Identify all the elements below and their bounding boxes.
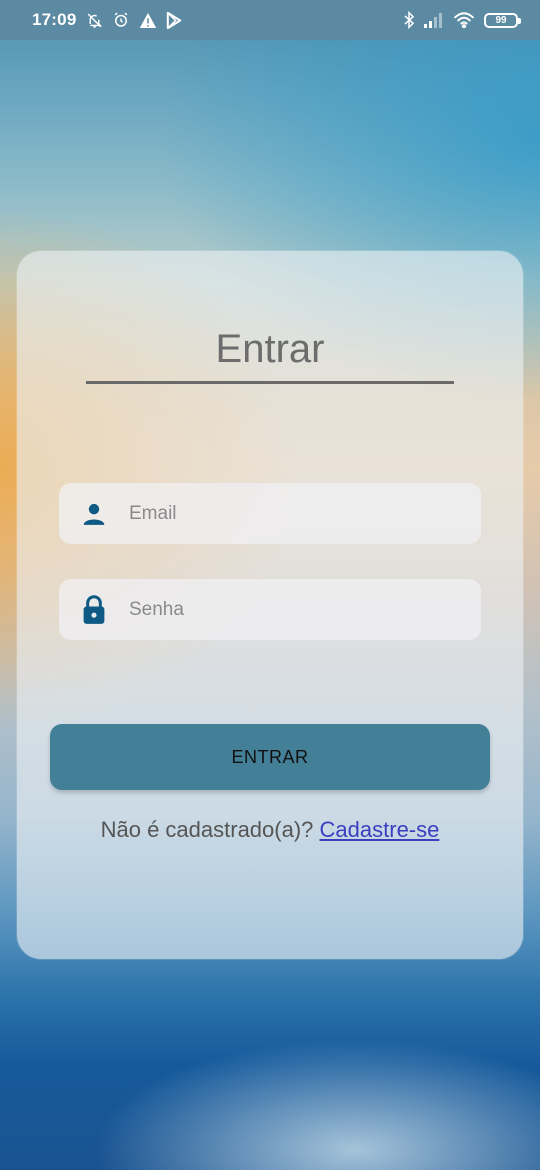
wifi-icon [453,12,475,28]
status-bar: 17:09 99 [0,0,540,40]
signal-icon [424,12,444,28]
notifications-off-icon [86,12,103,29]
battery-icon: 99 [484,12,521,28]
email-input[interactable] [129,483,481,544]
signup-prompt-text: Não é cadastrado(a)? [100,817,314,842]
warning-icon [139,12,157,29]
status-time: 17:09 [32,10,77,29]
login-card: Entrar ENTRAR Não é cadastrado(a)? Cadas… [17,251,523,959]
email-field[interactable] [59,483,481,544]
alarm-icon [112,11,130,29]
title-underline [86,381,454,384]
status-left-icons [86,11,182,29]
password-field[interactable] [59,579,481,640]
signup-prompt: Não é cadastrado(a)? Cadastre-se [17,817,523,843]
signup-link[interactable]: Cadastre-se [320,817,440,842]
password-input[interactable] [129,579,481,640]
play-store-icon [166,11,182,29]
lock-icon [59,594,129,625]
person-icon [59,501,129,527]
battery-level: 99 [495,14,507,26]
login-button[interactable]: ENTRAR [50,724,490,790]
status-right-icons: 99 [403,11,521,29]
page-title: Entrar [215,327,325,371]
bluetooth-icon [403,11,415,29]
